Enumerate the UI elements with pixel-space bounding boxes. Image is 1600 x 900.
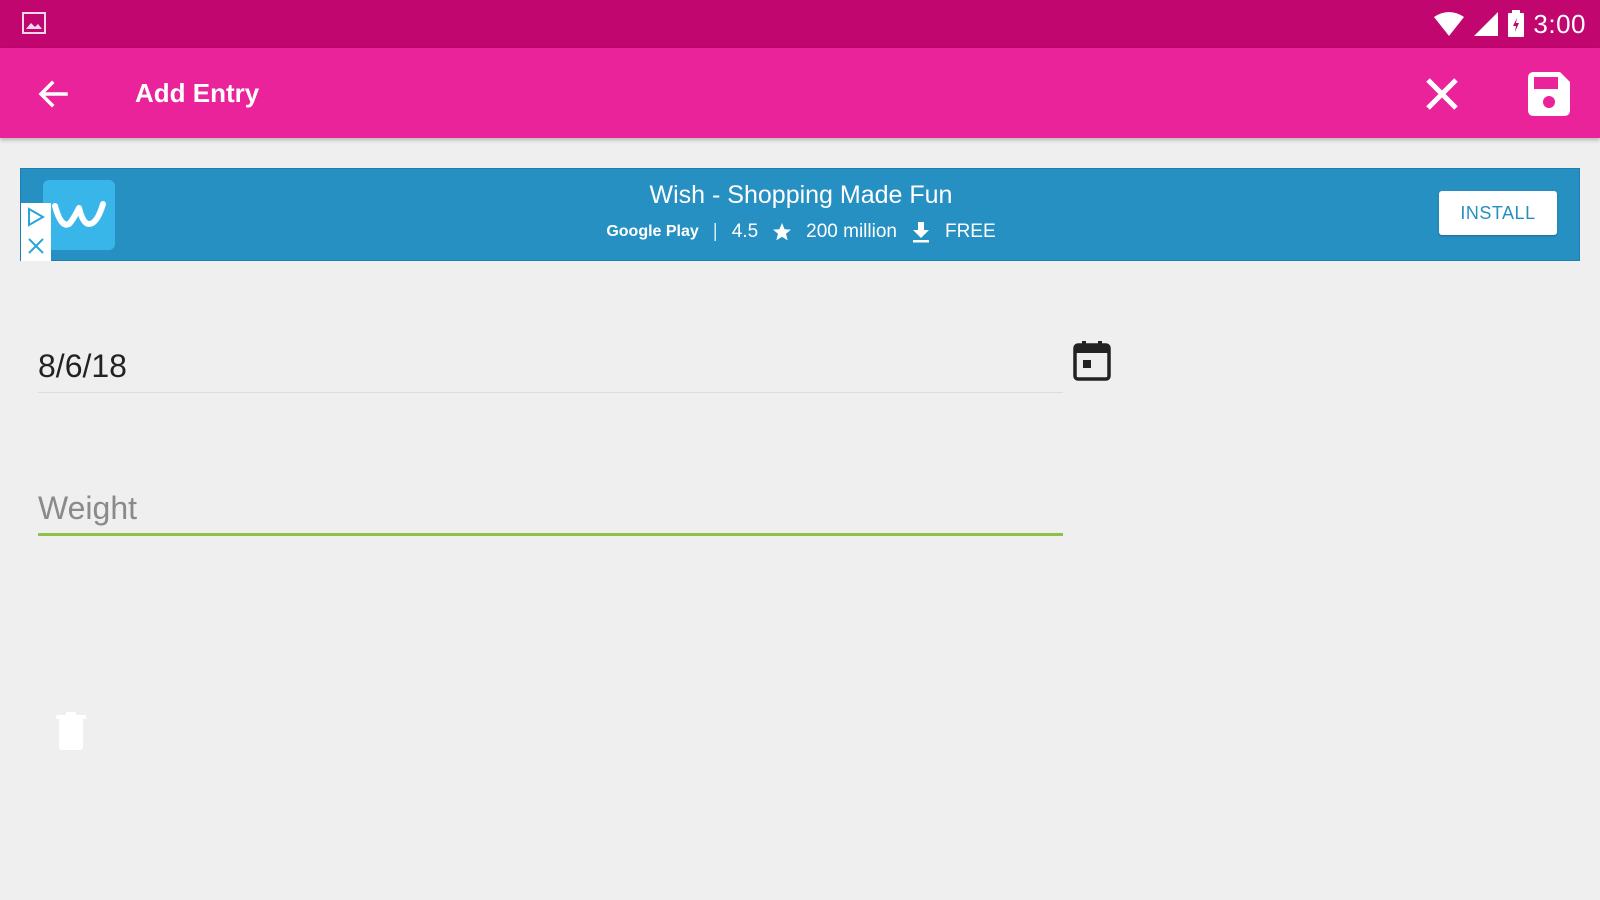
download-icon — [912, 222, 929, 243]
delete-icon[interactable] — [56, 712, 86, 752]
status-icons: 3:00 — [1433, 8, 1586, 40]
ad-store: Google Play — [606, 223, 699, 240]
weight-input[interactable] — [38, 484, 1063, 536]
ad-separator: | — [712, 221, 718, 242]
ad-downloads: 200 million — [806, 221, 897, 242]
status-bar: 3:00 — [0, 0, 1600, 48]
date-field[interactable]: 8/6/18 — [38, 340, 1063, 393]
ad-banner[interactable]: Wish - Shopping Made Fun Google Play | 4… — [20, 168, 1580, 261]
calendar-icon[interactable] — [1072, 340, 1112, 382]
install-button[interactable]: INSTALL — [1439, 191, 1557, 235]
arrow-back-icon[interactable] — [32, 72, 76, 116]
gallery-icon — [22, 12, 46, 34]
app-bar: Add Entry — [0, 48, 1600, 138]
star-icon — [773, 223, 792, 241]
ad-headline: Wish - Shopping Made Fun — [649, 181, 953, 209]
status-time: 3:00 — [1533, 8, 1586, 39]
ad-meta: Google Play | 4.5 200 million FREE — [21, 221, 1581, 243]
close-icon[interactable] — [1420, 72, 1464, 116]
wifi-icon — [1434, 12, 1465, 36]
save-icon[interactable] — [1522, 68, 1574, 120]
signal-icon — [1474, 12, 1499, 36]
ad-price: FREE — [944, 221, 996, 242]
ad-rating: 4.5 — [731, 221, 759, 242]
battery-icon — [1508, 10, 1525, 37]
page-title: Add Entry — [135, 78, 260, 108]
